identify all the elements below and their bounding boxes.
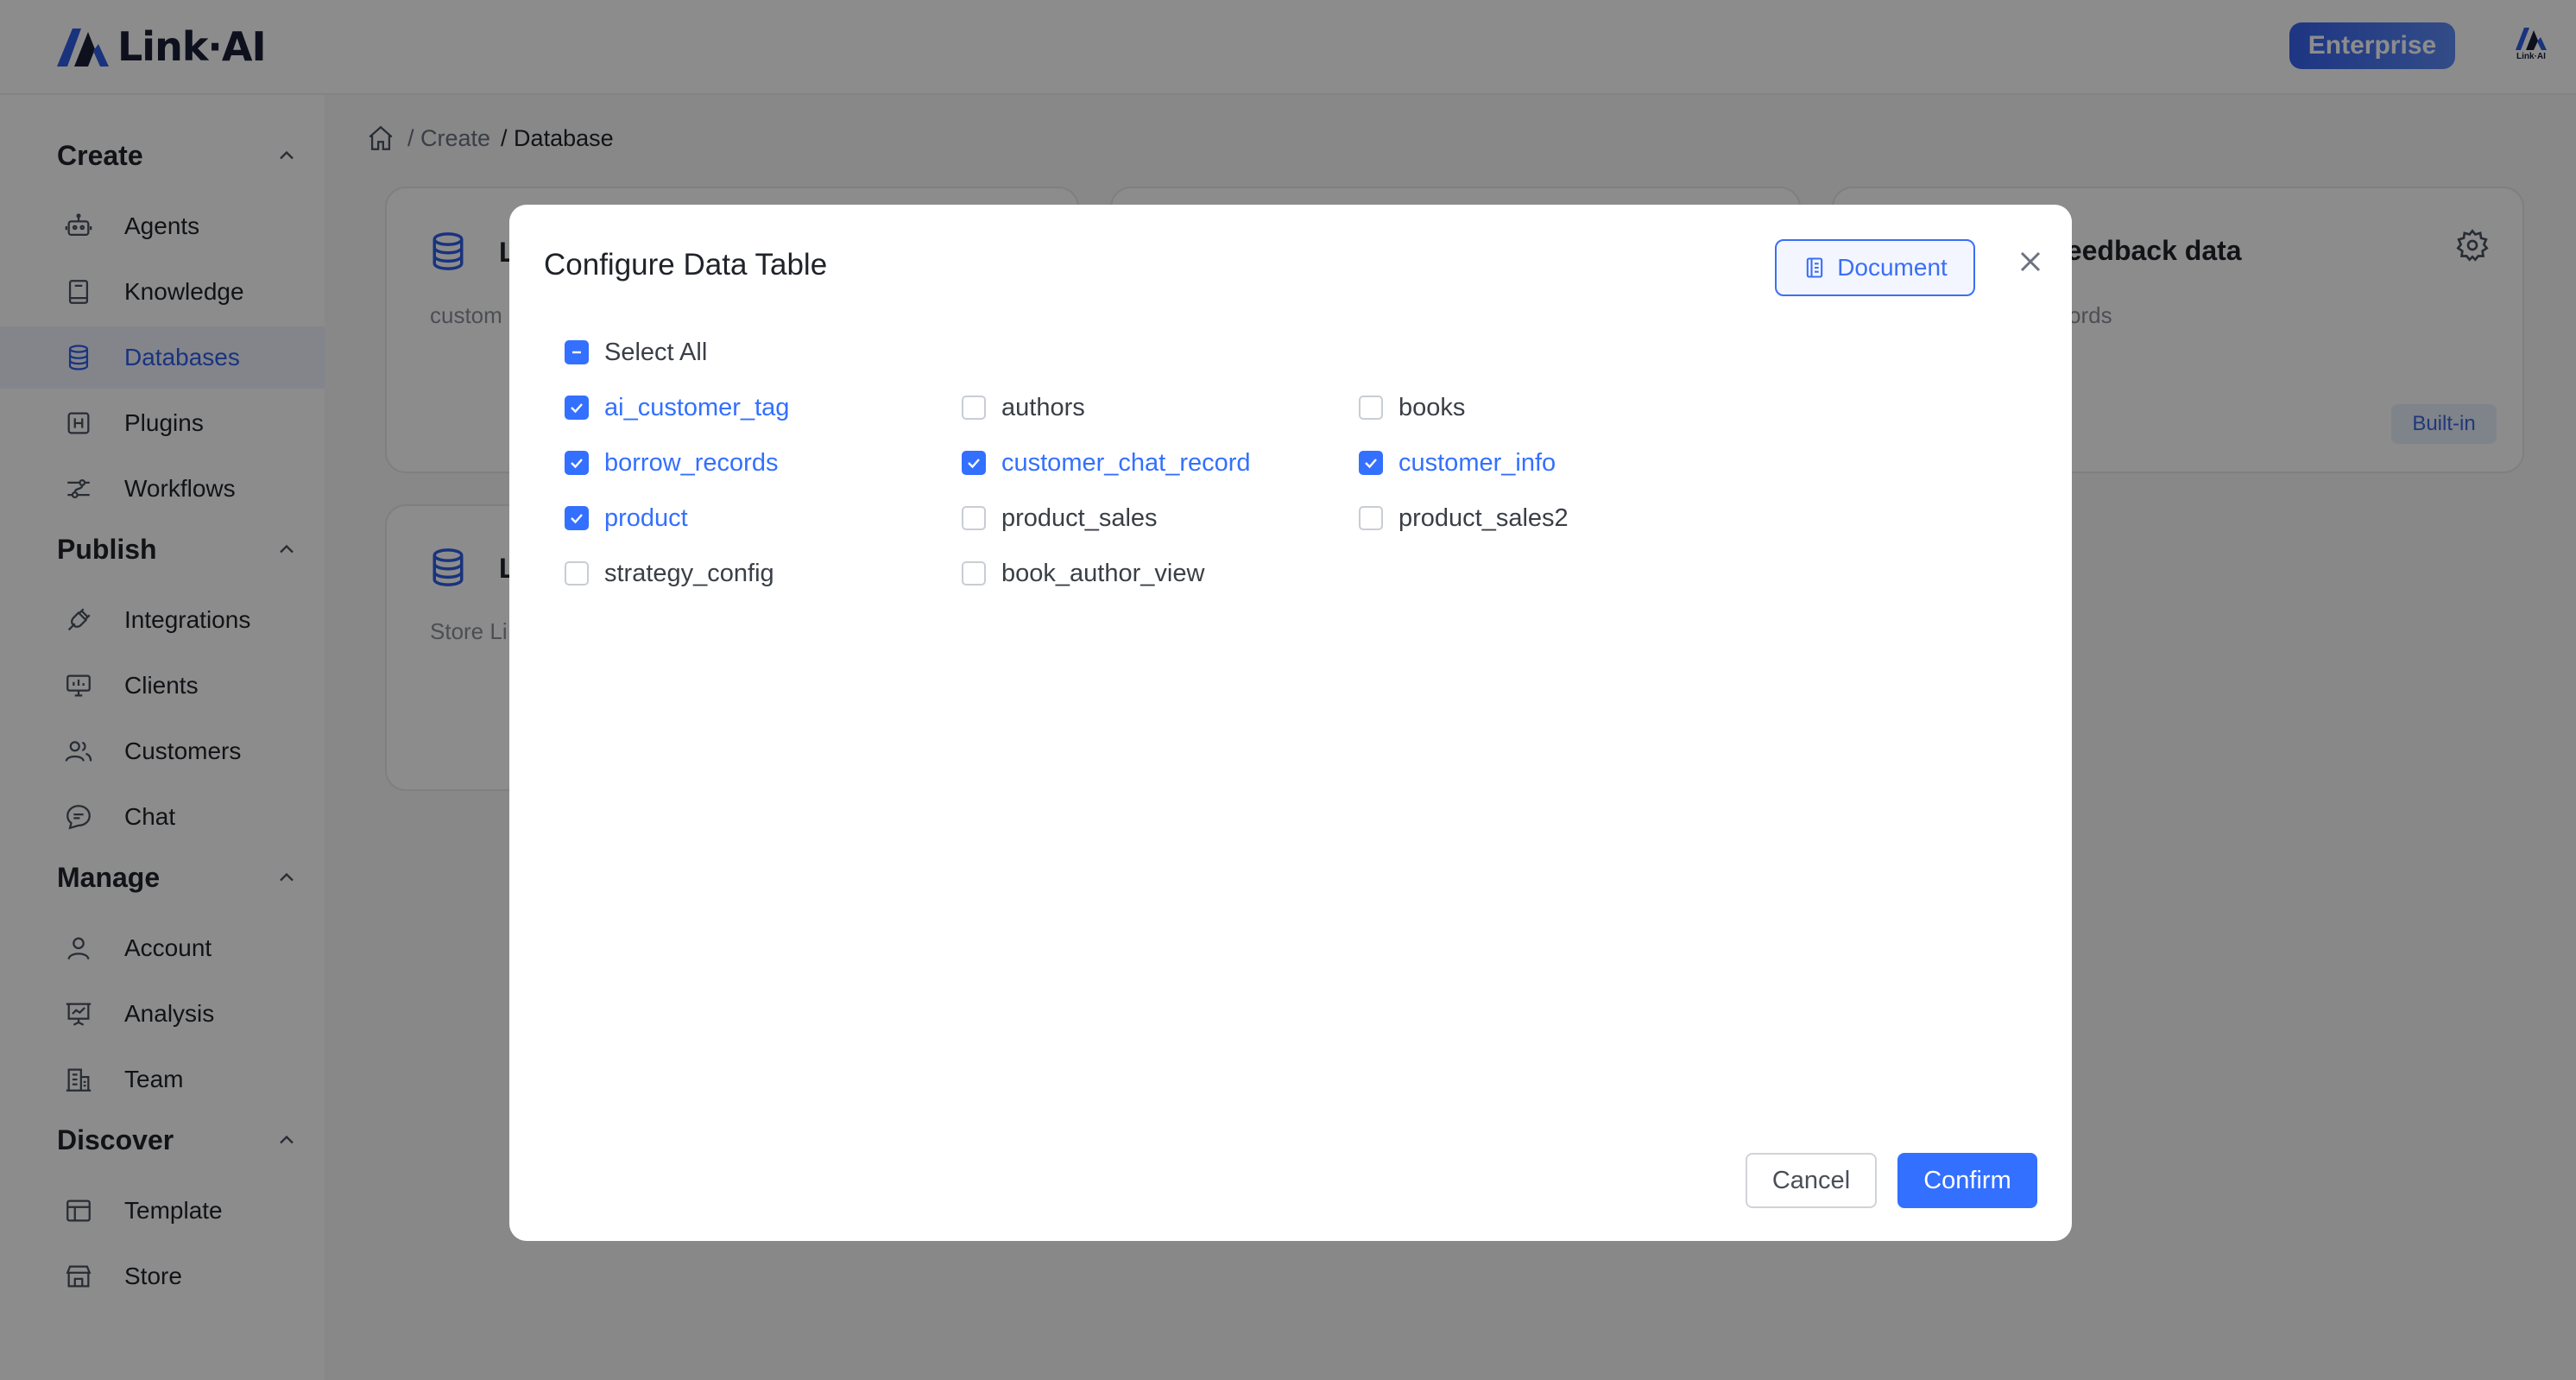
table-checkbox-product-sales[interactable]: product_sales	[962, 501, 1158, 535]
table-checkbox-customer-info[interactable]: customer_info	[1359, 446, 1556, 480]
checkbox-checked[interactable]	[1359, 451, 1383, 475]
cancel-button[interactable]: Cancel	[1746, 1153, 1877, 1208]
table-checkbox-book-author-view[interactable]: book_author_view	[962, 556, 1204, 591]
select-all-checkbox[interactable]: Select All	[565, 335, 707, 370]
table-checkbox-books[interactable]: books	[1359, 390, 1465, 425]
modal-title: Configure Data Table	[544, 248, 828, 282]
table-label: borrow_records	[604, 448, 779, 477]
table-label: authors	[1001, 393, 1085, 421]
table-label: customer_chat_record	[1001, 448, 1251, 477]
checkbox-unchecked[interactable]	[962, 561, 986, 586]
table-label: customer_info	[1398, 448, 1556, 477]
table-label: product_sales2	[1398, 503, 1569, 532]
table-checkbox-authors[interactable]: authors	[962, 390, 1085, 425]
table-checkbox-customer-chat-record[interactable]: customer_chat_record	[962, 446, 1251, 480]
close-icon[interactable]	[2013, 244, 2048, 279]
document-button-label: Document	[1837, 254, 1948, 281]
checkbox-checked[interactable]	[565, 396, 589, 420]
table-label: strategy_config	[604, 559, 774, 587]
table-checkbox-strategy-config[interactable]: strategy_config	[565, 556, 774, 591]
document-icon	[1806, 257, 1823, 278]
table-checkbox-ai-customer-tag[interactable]: ai_customer_tag	[565, 390, 789, 425]
check-icon	[1365, 459, 1377, 469]
document-button[interactable]: Document	[1775, 239, 1975, 296]
checkbox-indeterminate[interactable]	[565, 340, 589, 364]
table-label: books	[1398, 393, 1466, 421]
table-label: product_sales	[1001, 503, 1158, 532]
table-label: ai_customer_tag	[604, 393, 790, 421]
table-checkbox-borrow-records[interactable]: borrow_records	[565, 446, 778, 480]
table-label: product	[604, 503, 688, 532]
check-icon	[571, 459, 583, 469]
table-checkbox-product[interactable]: product	[565, 501, 688, 535]
check-icon	[571, 403, 583, 414]
table-label: book_author_view	[1001, 559, 1205, 587]
check-icon	[571, 514, 583, 524]
checkbox-unchecked[interactable]	[962, 506, 986, 530]
confirm-button[interactable]: Confirm	[1897, 1153, 2037, 1208]
checkbox-unchecked[interactable]	[962, 396, 986, 420]
check-icon	[968, 459, 980, 469]
checkbox-checked[interactable]	[565, 506, 589, 530]
checkbox-unchecked[interactable]	[1359, 506, 1383, 530]
table-checkbox-product-sales2[interactable]: product_sales2	[1359, 501, 1569, 535]
configure-data-table-modal: Configure Data Table Document Select All…	[509, 205, 2072, 1241]
checkbox-checked[interactable]	[962, 451, 986, 475]
select-all-label: Select All	[604, 338, 708, 366]
checkbox-unchecked[interactable]	[565, 561, 589, 586]
checkbox-unchecked[interactable]	[1359, 396, 1383, 420]
minus-icon	[572, 351, 581, 354]
checkbox-checked[interactable]	[565, 451, 589, 475]
